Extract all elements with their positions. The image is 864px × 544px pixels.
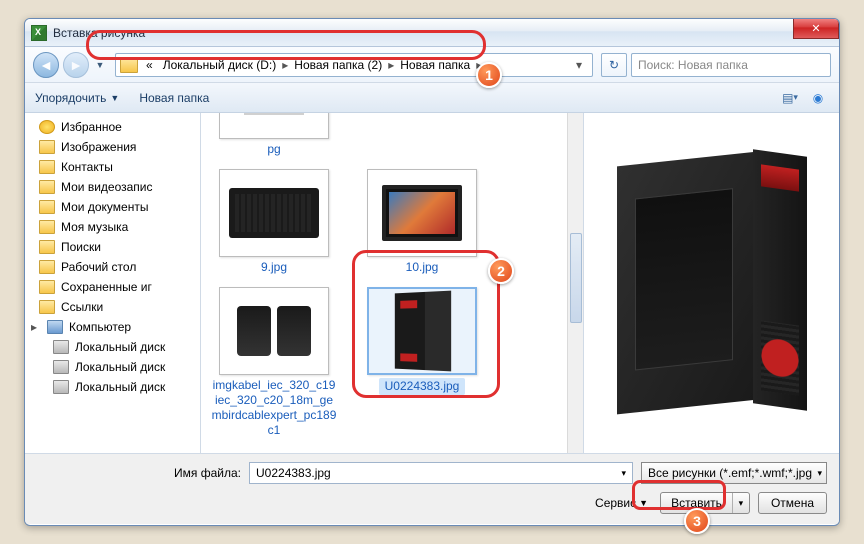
drive-icon <box>53 360 69 374</box>
filename-label: Имя файла: <box>37 466 241 480</box>
back-button[interactable]: ◄ <box>33 52 59 78</box>
thumbnail-image <box>367 287 477 375</box>
sidebar-item-drive[interactable]: Локальный диск <box>25 337 200 357</box>
cable-icon <box>229 298 319 364</box>
file-thumb[interactable]: 9.jpg <box>209 169 339 275</box>
preview-image <box>617 143 807 423</box>
close-button[interactable]: ✕ <box>793 19 839 39</box>
address-dropdown[interactable]: ▾ <box>570 58 588 72</box>
dialog-footer: Имя файла: U0224383.jpg▾ Все рисунки (*.… <box>25 453 839 524</box>
refresh-button[interactable]: ↻ <box>601 53 627 77</box>
window-controls: ✕ <box>793 19 839 39</box>
sidebar-item-drive[interactable]: Локальный диск <box>25 377 200 397</box>
computer-icon <box>47 320 63 334</box>
sidebar-item[interactable]: Рабочий стол <box>25 257 200 277</box>
file-name: U0224383.jpg <box>379 378 466 395</box>
breadcrumb-seg[interactable]: Локальный диск (D:) <box>159 58 281 72</box>
filename-dropdown[interactable]: ▾ <box>621 468 626 479</box>
folder-icon <box>120 57 138 73</box>
file-name: 9.jpg <box>261 260 287 275</box>
search-input[interactable]: Поиск: Новая папка <box>631 53 831 77</box>
folder-icon <box>39 200 55 214</box>
folder-icon <box>39 280 55 294</box>
thumbnail-image <box>219 287 329 375</box>
titlebar: Вставка рисунка ✕ <box>25 19 839 47</box>
folder-icon <box>39 140 55 154</box>
sidebar-item[interactable]: Контакты <box>25 157 200 177</box>
organize-menu[interactable]: Упорядочить▼ <box>35 91 119 105</box>
folder-icon <box>39 180 55 194</box>
search-placeholder: Поиск: Новая папка <box>638 58 748 72</box>
keyboard-icon <box>229 188 319 238</box>
favorites-icon <box>39 120 55 134</box>
pc-tower-icon <box>395 291 451 372</box>
nav-history-dropdown[interactable]: ▼ <box>93 54 107 76</box>
sidebar-item[interactable]: Избранное <box>25 117 200 137</box>
new-folder-button[interactable]: Новая папка <box>139 91 209 105</box>
sidebar-item[interactable]: Мои видеозапис <box>25 177 200 197</box>
app-excel-icon <box>31 25 47 41</box>
folder-icon <box>39 300 55 314</box>
sidebar-item[interactable]: Мои документы <box>25 197 200 217</box>
sidebar-item-drive[interactable]: Локальный диск <box>25 357 200 377</box>
sidebar-item[interactable]: Ссылки <box>25 297 200 317</box>
insert-dropdown[interactable]: ▾ <box>733 498 749 509</box>
drive-icon <box>53 380 69 394</box>
scrollbar-thumb[interactable] <box>570 233 582 323</box>
dialog-window: Вставка рисунка ✕ ◄ ► ▼ « Локальный диск… <box>24 18 840 526</box>
service-menu[interactable]: Сервис▼ <box>595 496 648 510</box>
window-title: Вставка рисунка <box>53 26 145 40</box>
file-thumb-partial[interactable]: pg <box>209 113 339 157</box>
filetype-filter[interactable]: Все рисунки (*.emf;*.wmf;*.jpg▾ <box>641 462 827 484</box>
cancel-button[interactable]: Отмена <box>758 492 827 514</box>
folder-icon <box>39 220 55 234</box>
sidebar-item[interactable]: Поиски <box>25 237 200 257</box>
drive-icon <box>53 340 69 354</box>
folder-icon <box>39 260 55 274</box>
navigation-sidebar: Избранное Изображения Контакты Мои видео… <box>25 113 201 453</box>
file-list[interactable]: pg 9.jpg 10.jpg imgkabel_iec_320_c19iec_… <box>201 113 583 453</box>
forward-button[interactable]: ► <box>63 52 89 78</box>
breadcrumb-seg[interactable]: Новая папка <box>396 58 474 72</box>
sidebar-item[interactable]: Сохраненные иг <box>25 277 200 297</box>
chevron-right-icon[interactable]: ▸ <box>282 58 288 72</box>
sidebar-item[interactable]: Моя музыка <box>25 217 200 237</box>
chevron-right-icon[interactable]: ▸ <box>388 58 394 72</box>
sidebar-item[interactable]: Изображения <box>25 137 200 157</box>
navigation-row: ◄ ► ▼ « Локальный диск (D:) ▸ Новая папк… <box>25 47 839 83</box>
breadcrumb-seg[interactable]: Новая папка (2) <box>290 58 386 72</box>
expand-icon[interactable]: ▸ <box>31 320 41 334</box>
toolbar: Упорядочить▼ Новая папка ▤ ▾ ◉ <box>25 83 839 113</box>
folder-icon <box>39 240 55 254</box>
scrollbar[interactable] <box>567 113 583 453</box>
sidebar-item-computer[interactable]: ▸Компьютер <box>25 317 200 337</box>
file-thumb[interactable]: imgkabel_iec_320_c19iec_320_c20_18m_gemb… <box>209 287 339 438</box>
thumbnail-image <box>367 169 477 257</box>
body-area: Избранное Изображения Контакты Мои видео… <box>25 113 839 453</box>
monitor-icon <box>382 185 462 241</box>
breadcrumb-prefix: « <box>142 58 157 72</box>
preview-pane <box>583 113 839 453</box>
file-thumb-selected[interactable]: U0224383.jpg <box>357 287 487 438</box>
folder-icon <box>39 160 55 174</box>
view-options-button[interactable]: ▤ ▾ <box>779 88 801 108</box>
help-button[interactable]: ◉ <box>807 88 829 108</box>
annotation-badge: 3 <box>684 508 710 534</box>
thumbnail-image <box>219 169 329 257</box>
filename-input[interactable]: U0224383.jpg▾ <box>249 462 633 484</box>
file-thumb[interactable]: 10.jpg <box>357 169 487 275</box>
annotation-badge: 2 <box>488 258 514 284</box>
file-name: 10.jpg <box>406 260 439 275</box>
file-name: imgkabel_iec_320_c19iec_320_c20_18m_gemb… <box>212 378 337 438</box>
annotation-badge: 1 <box>476 62 502 88</box>
address-bar[interactable]: « Локальный диск (D:) ▸ Новая папка (2) … <box>115 53 593 77</box>
